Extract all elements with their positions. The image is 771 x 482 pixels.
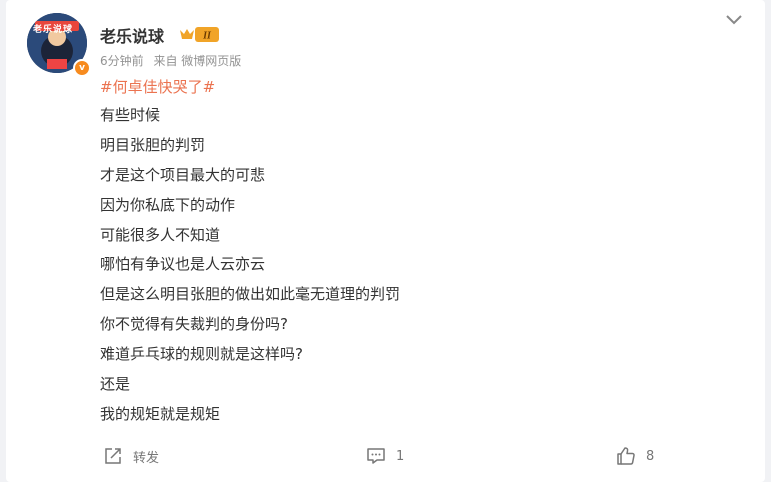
level-badge-icon: II [180, 27, 219, 42]
comment-icon [367, 448, 385, 464]
post-meta: 6分钟前 来自 微博网页版 [100, 52, 247, 69]
post-line: 还是 [100, 375, 131, 394]
post-line: 你不觉得有失裁判的身份吗? [100, 315, 288, 334]
thumbs-up-icon [617, 447, 635, 465]
repost-button[interactable]: 转发 [103, 446, 159, 466]
username-link[interactable]: 老乐说球 [100, 23, 164, 47]
post-line: 我的规矩就是规矩 [100, 404, 221, 423]
post-line: 可能很多人不知道 [100, 225, 221, 244]
level-badge-text: II [202, 31, 212, 42]
post-line: 明目张胆的判罚 [100, 135, 206, 154]
comment-count: 1 [396, 448, 405, 464]
post-line: 哪怕有争议也是人云亦云 [100, 255, 266, 274]
post-card: 老乐说球 v 老乐说球 II 6分钟前 来自 微博网页版 #何卓佳快哭了# 有些… [6, 0, 765, 482]
avatar-text: 老乐说球 [33, 25, 74, 35]
post-source: 来自 微博网页版 [153, 54, 242, 68]
comment-button[interactable]: 1 [366, 446, 404, 466]
post-time[interactable]: 6分钟前 [100, 54, 144, 68]
post-content: #何卓佳快哭了# 有些时候 明目张胆的判罚 才是这个项目最大的可悲 因为你私底下… [100, 74, 400, 430]
post-line: 有些时候 [100, 106, 161, 124]
post-line: 但是这么明目张胆的做出如此毫无道理的判罚 [100, 285, 401, 304]
verified-badge-icon: v [73, 59, 91, 77]
post-line: 因为你私底下的动作 [100, 195, 236, 214]
like-button[interactable]: 8 [616, 446, 654, 466]
post-text: 有些时候 明目张胆的判罚 才是这个项目最大的可悲 因为你私底下的动作 可能很多人… [100, 101, 400, 430]
like-count: 8 [646, 448, 655, 464]
post-line: 才是这个项目最大的可悲 [100, 165, 266, 184]
chevron-down-icon[interactable] [724, 12, 744, 26]
share-icon [105, 448, 121, 464]
post-line: 难道乒乓球的规则就是这样吗? [100, 345, 303, 364]
repost-label: 转发 [133, 450, 160, 466]
hashtag-link[interactable]: #何卓佳快哭了# [100, 74, 400, 100]
